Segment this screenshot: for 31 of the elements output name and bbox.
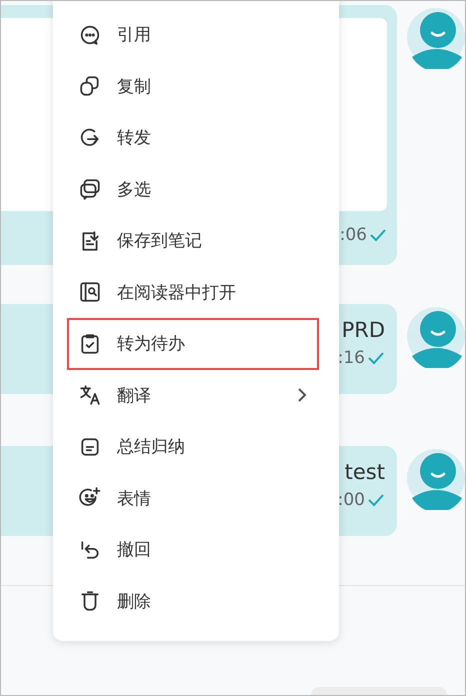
message-time: :06 [340,225,367,245]
message-text: PRD [342,317,385,344]
summary-icon [79,436,101,458]
forward-icon [79,126,101,149]
menu-item[interactable]: 表情 [67,472,319,524]
reader-icon [79,281,101,304]
menu-item[interactable]: 删除 [67,576,319,627]
message-time: :00 [338,490,365,510]
avatar-icon[interactable] [407,5,465,69]
avatar-icon[interactable] [407,446,465,510]
chevron-right-icon [297,387,307,404]
message-time: :16 [338,348,365,368]
menu-item[interactable]: 撤回 [67,524,319,576]
translate-icon [79,384,101,406]
menu-item[interactable]: 引用 [67,9,319,60]
menu-item[interactable]: 转发 [67,112,319,164]
menu-item[interactable]: 保存到笔记 [67,215,319,266]
undo-icon [79,538,101,561]
message-text: test [344,459,385,486]
menu-item[interactable]: 翻译 [67,370,319,421]
menu-item[interactable]: 总结归纳 [67,421,319,472]
quote-bubble-icon [79,24,101,46]
menu-item[interactable]: 在阅读器中打开 [67,266,319,318]
copy-icon [79,75,101,98]
clipboard-check-icon [79,332,101,355]
chat-bubbles-icon [79,178,101,200]
trash-icon [79,590,101,612]
menu-item[interactable]: 转为待办 [67,318,319,370]
menu-item[interactable]: 复制 [67,60,319,112]
avatar-icon[interactable] [407,304,465,368]
menu-item[interactable]: 多选 [67,164,319,215]
